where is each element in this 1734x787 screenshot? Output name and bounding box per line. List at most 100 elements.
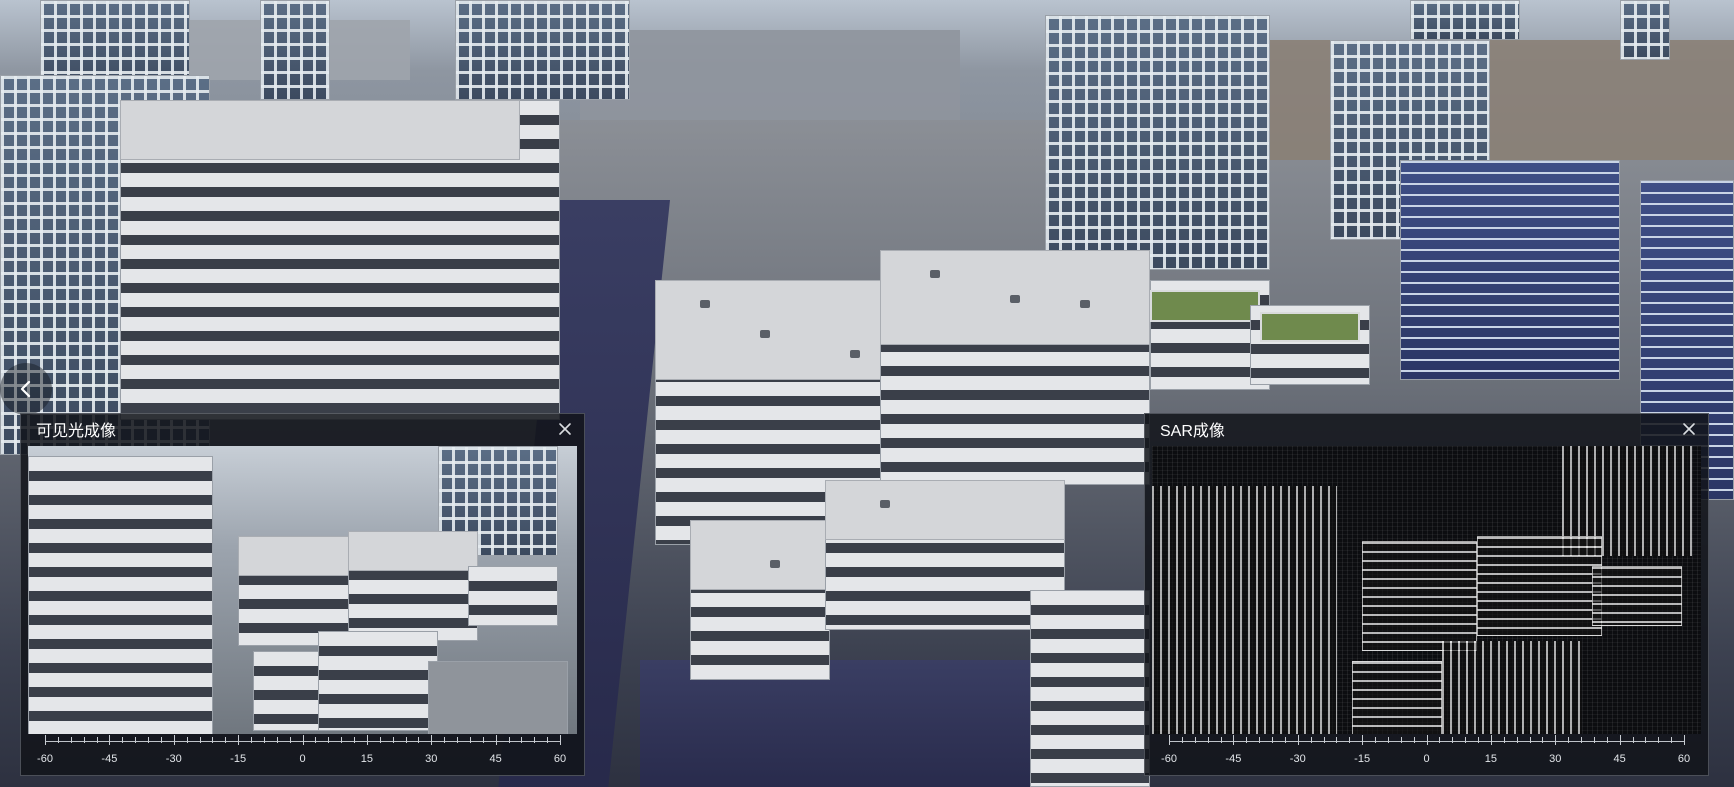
axis-tick <box>199 737 201 743</box>
axis-tick <box>1272 737 1273 743</box>
sar-return <box>1352 661 1442 734</box>
axis-tick-label: 0 <box>299 753 306 765</box>
axis-tick-label: 15 <box>1484 753 1497 765</box>
tower <box>260 0 330 100</box>
axis-tick <box>1606 737 1608 743</box>
axis-tick <box>341 737 343 743</box>
axis-tick-label: 60 <box>1677 753 1691 765</box>
axis-tick <box>508 737 510 743</box>
axis-tick <box>1439 737 1441 743</box>
close-icon <box>1682 422 1696 436</box>
panel-header: 可见光成像 <box>21 414 584 444</box>
axis-tick <box>1671 737 1673 743</box>
far-buildings <box>580 30 960 120</box>
axis-tick <box>251 737 252 743</box>
axis-tick <box>302 735 304 745</box>
axis-tick <box>469 737 471 743</box>
tower <box>1045 15 1270 270</box>
axis-tick <box>534 737 536 743</box>
close-icon <box>558 422 572 436</box>
building <box>428 661 568 734</box>
axis-tick-label: 0 <box>1423 753 1430 765</box>
axis-tick <box>1220 737 1222 743</box>
tower <box>1410 0 1520 40</box>
axis-tick-label: -30 <box>165 753 182 765</box>
axis-tick <box>186 737 188 743</box>
axis-tick <box>1503 737 1505 743</box>
roof-vent <box>1080 300 1090 308</box>
axis-tick <box>1169 735 1170 745</box>
axis-tick <box>1246 737 1248 743</box>
back-button[interactable] <box>0 363 52 415</box>
building <box>318 631 438 731</box>
axis-tick-label: -30 <box>1289 753 1306 765</box>
optical-image <box>28 446 577 734</box>
axis-tick <box>212 737 214 743</box>
axis-tick <box>160 737 162 743</box>
axis-tick <box>1516 737 1518 743</box>
close-button[interactable] <box>1680 420 1698 438</box>
roof-vent <box>850 350 860 358</box>
building-roof <box>238 536 358 576</box>
axis-tick <box>276 737 278 743</box>
axis-tick <box>431 735 433 745</box>
tower <box>1400 160 1620 380</box>
axis-tick <box>1619 735 1621 745</box>
axis-tick <box>83 737 85 743</box>
axis-tick <box>289 737 291 743</box>
axis-tick <box>1323 737 1325 743</box>
axis-tick <box>1478 737 1479 743</box>
sar-return <box>1592 566 1682 626</box>
chevron-left-icon <box>16 379 36 399</box>
close-button[interactable] <box>556 420 574 438</box>
building <box>468 566 558 626</box>
axis-tick <box>1645 737 1647 743</box>
axis-tick-label: 60 <box>553 753 567 765</box>
axis-tick <box>405 737 407 743</box>
axis-tick <box>1490 735 1492 745</box>
axis-tick <box>122 737 124 743</box>
axis-tick <box>457 737 458 743</box>
roof-vent <box>760 330 770 338</box>
axis-tick <box>354 737 355 743</box>
axis-tick <box>495 735 497 745</box>
roof-vent <box>770 560 780 568</box>
sar-return <box>1152 486 1337 734</box>
axis-tick <box>238 735 240 745</box>
axis-tick <box>1207 737 1209 743</box>
axis-tick <box>70 737 72 743</box>
axis-tick <box>1259 737 1261 743</box>
axis-tick <box>1375 737 1376 743</box>
roof-vent <box>1010 295 1020 303</box>
axis-tick-label: 45 <box>1613 753 1626 765</box>
axis-tick <box>1658 737 1660 743</box>
sar-return <box>1362 541 1477 651</box>
building-roof <box>690 520 830 590</box>
axis-tick <box>1581 737 1582 743</box>
roof-vent <box>880 500 890 508</box>
green-roof <box>1150 290 1260 322</box>
axis-tick <box>1284 737 1286 743</box>
tower <box>1620 0 1670 60</box>
axis-tick <box>1568 737 1570 743</box>
axis-tick-label: 30 <box>1549 753 1562 765</box>
axis-tick <box>57 737 59 743</box>
axis-tick <box>96 737 98 743</box>
axis-tick-label: -60 <box>1161 753 1177 765</box>
angle-axis: -60 -45 -30 -15 0 15 30 45 60 <box>31 731 574 771</box>
axis-tick <box>1297 735 1299 745</box>
axis-tick-label: -45 <box>101 753 118 765</box>
axis-tick <box>392 737 394 743</box>
axis-tick <box>1542 737 1544 743</box>
axis-tick <box>1426 735 1428 745</box>
axis-tick <box>109 735 111 745</box>
axis-tick <box>1233 735 1235 745</box>
axis-tick <box>379 737 381 743</box>
axis-tick-label: -15 <box>1354 753 1371 765</box>
building-roof <box>348 531 478 571</box>
building-roof <box>120 100 520 160</box>
axis-tick <box>1310 737 1312 743</box>
building <box>1030 590 1150 787</box>
axis-tick <box>1684 735 1685 745</box>
axis-tick-label: 45 <box>489 753 502 765</box>
